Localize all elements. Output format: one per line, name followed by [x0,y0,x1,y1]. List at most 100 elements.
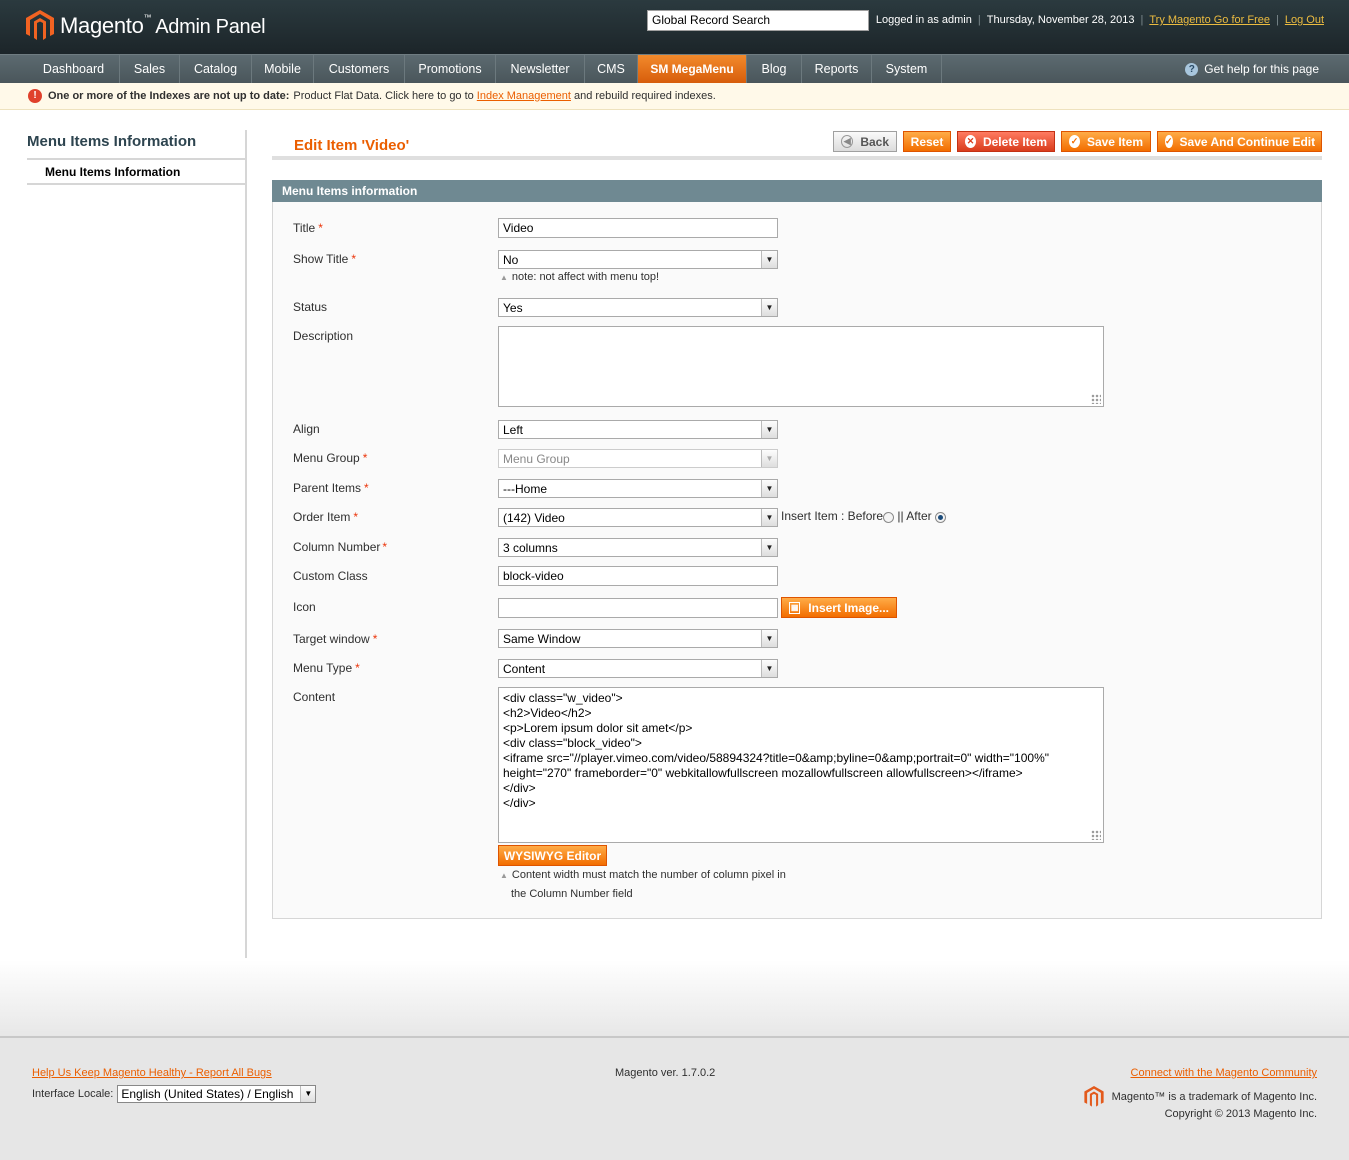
menu-type-select[interactable]: Content ▼ [498,659,778,678]
report-bugs-link[interactable]: Help Us Keep Magento Healthy - Report Al… [32,1067,272,1079]
custom-class-label: Custom Class [293,569,368,583]
index-management-link[interactable]: Index Management [477,90,571,102]
current-date: Thursday, November 28, 2013 [986,14,1135,26]
align-label: Align [293,422,320,436]
sidebar: Menu Items Information Menu Items Inform… [27,130,247,958]
icon-label: Icon [293,600,316,614]
brand-name: Magento™ Admin Panel [60,13,266,38]
delete-icon: ✕ [965,135,976,148]
image-icon: ▦ [789,601,801,614]
magento-version: Magento ver. 1.7.0.2 [615,1067,716,1079]
nav-catalog[interactable]: Catalog [180,55,252,83]
chevron-down-icon: ▼ [761,480,777,497]
community-link[interactable]: Connect with the Magento Community [1131,1067,1317,1079]
locale-select[interactable]: English (United States) / English ▼ [117,1085,317,1103]
footer-divider [0,1036,1349,1048]
insert-image-button[interactable]: ▦ Insert Image... [781,597,897,618]
content-label: Content [293,690,336,704]
insert-before-label: Insert Item : Before [781,509,884,523]
header-bar: Magento™ Admin Panel Global Record Search… [0,0,1349,54]
fieldset-header: Menu Items information [272,180,1322,202]
nav-mobile[interactable]: Mobile [252,55,314,83]
insert-before-radio[interactable] [883,512,895,524]
magento-logo[interactable]: Magento™ Admin Panel [26,9,266,43]
nav-blog[interactable]: Blog [747,55,802,83]
notice-bold: One or more of the Indexes are not up to… [48,90,290,102]
locale-label: Interface Locale: [32,1088,114,1100]
order-item-label: Order Item * [293,510,359,524]
trademark-text: Magento™ is a trademark of Magento Inc. [1111,1091,1317,1103]
interface-locale: Interface Locale: English (United States… [32,1085,317,1103]
insert-after-label: || After [897,509,932,523]
save-continue-button[interactable]: ✓ Save And Continue Edit [1157,131,1322,152]
title-label: Title * [293,221,323,235]
content-note: ▲ Content width must match the number of … [500,869,786,900]
save-item-button[interactable]: ✓ Save Item [1061,131,1151,152]
parent-items-select[interactable]: ---Home ▼ [498,479,778,498]
notice-text-end: and rebuild required indexes. [573,90,716,102]
logout-link[interactable]: Log Out [1285,14,1324,26]
help-label: Get help for this page [1204,62,1319,76]
column-number-label: Column Number * [293,540,388,554]
back-button[interactable]: ◀ Back [833,131,897,152]
delete-item-button[interactable]: ✕ Delete Item [957,131,1055,152]
help-icon: ? [1185,62,1199,76]
wysiwyg-editor-button[interactable]: WYSIWYG Editor [498,845,607,866]
nav-newsletter[interactable]: Newsletter [496,55,585,83]
order-item-select[interactable]: (142) Video ▼ [498,508,778,527]
copyright: Copyright © 2013 Magento Inc. [1164,1108,1317,1120]
chevron-down-icon: ▼ [761,450,777,467]
chevron-down-icon: ▼ [761,251,777,268]
chevron-down-icon: ▼ [761,509,777,526]
back-arrow-icon: ◀ [841,135,854,148]
resize-grip-icon[interactable] [1091,394,1101,404]
show-title-label: Show Title * [293,252,357,266]
insert-after-radio[interactable] [934,512,946,524]
header-links: Logged in as admin | Thursday, November … [875,14,1324,26]
help-link[interactable]: ? Get help for this page [1185,55,1319,83]
nav-customers[interactable]: Customers [314,55,405,83]
main-nav: Dashboard Sales Catalog Mobile Customers… [0,54,1349,83]
magento-logo-icon [26,10,54,40]
column-number-select[interactable]: 3 columns ▼ [498,538,778,557]
checkmark-icon: ✓ [1069,135,1080,148]
global-search-input[interactable]: Global Record Search [647,10,869,31]
nav-sales[interactable]: Sales [120,55,180,83]
logged-in-text: Logged in as admin [875,14,972,26]
nav-sm-megamenu[interactable]: SM MegaMenu [638,55,747,83]
target-window-select[interactable]: Same Window ▼ [498,629,778,648]
tab-menu-items-information[interactable]: Menu Items Information [27,160,245,185]
icon-input[interactable] [498,598,778,618]
title-input[interactable]: Video [498,218,778,238]
description-textarea[interactable] [498,326,1104,407]
status-select[interactable]: Yes ▼ [498,298,778,317]
menu-group-label: Menu Group * [293,451,368,465]
page-title: Edit Item 'Video' [294,137,410,154]
align-select[interactable]: Left ▼ [498,420,778,439]
target-window-label: Target window * [293,632,378,646]
error-icon: ! [28,89,42,103]
resize-grip-icon[interactable] [1091,830,1101,840]
custom-class-input[interactable]: block-video [498,566,778,586]
chevron-down-icon: ▼ [761,299,777,316]
nav-cms[interactable]: CMS [585,55,638,83]
nav-dashboard[interactable]: Dashboard [28,55,120,83]
nav-reports[interactable]: Reports [802,55,872,83]
chevron-down-icon: ▼ [761,660,777,677]
content-textarea[interactable]: <div class="w_video"> <h2>Video</h2> <p>… [498,687,1104,843]
chevron-down-icon: ▼ [761,421,777,438]
show-title-select[interactable]: No ▼ [498,250,778,269]
sidebar-title: Menu Items Information [27,130,245,160]
reset-button[interactable]: Reset [903,131,951,152]
nav-promotions[interactable]: Promotions [405,55,496,83]
notice-text: Product Flat Data. Click here to go to [293,90,474,102]
try-magento-go-link[interactable]: Try Magento Go for Free [1149,14,1270,26]
chevron-down-icon: ▼ [761,630,777,647]
menu-type-label: Menu Type * [293,661,360,675]
show-title-note: ▲ note: not affect with menu top! [500,271,660,283]
description-label: Description [293,329,354,343]
insert-position-group: Insert Item : Before || After [781,509,946,524]
magento-footer-logo-icon [1083,1086,1104,1107]
chevron-down-icon: ▼ [761,539,777,556]
nav-system[interactable]: System [872,55,942,83]
